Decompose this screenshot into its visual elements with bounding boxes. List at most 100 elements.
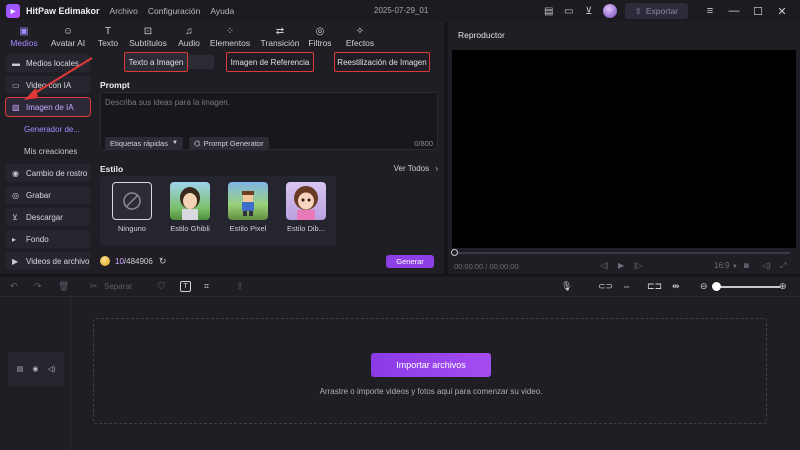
style-name: Ninguno bbox=[118, 224, 146, 233]
chevron-right-icon: › bbox=[435, 164, 438, 173]
timeline-dropzone[interactable]: Importar archivos Arrastre o importe vid… bbox=[93, 318, 767, 424]
coin-icon bbox=[100, 256, 110, 266]
prompt-input[interactable]: Describa sus ideas para la imagen. Etiqu… bbox=[100, 92, 438, 150]
subtabs: Texto a Imagen Imagen de Referencia Rees… bbox=[96, 52, 442, 72]
elements-icon: ⁘ bbox=[225, 26, 235, 37]
tab-efectos[interactable]: ✧ Efectos bbox=[342, 22, 378, 50]
tab-transici-n[interactable]: ⇄ Transición bbox=[258, 22, 302, 50]
download-icon[interactable]: ⊻ bbox=[583, 5, 595, 17]
zoom-out-icon[interactable]: ⊖ bbox=[700, 281, 708, 292]
tab-filtros[interactable]: ◎ Filtros bbox=[306, 22, 334, 50]
undo-icon[interactable]: ↶ bbox=[10, 281, 18, 292]
generate-button[interactable]: Generar bbox=[386, 255, 434, 268]
sidebar-sub-generador[interactable]: Generador de... bbox=[6, 120, 90, 138]
sidebar-item-label: Video con IA bbox=[26, 80, 72, 90]
sidebar-item-medios-locales[interactable]: ▬ Medios locales bbox=[6, 54, 90, 72]
export-frame-icon[interactable]: ⇪ bbox=[236, 281, 244, 292]
tab-medios[interactable]: ▣ Medios bbox=[4, 22, 44, 50]
next-frame-icon[interactable]: |▷ bbox=[634, 261, 642, 270]
crop-icon[interactable]: ⌗ bbox=[204, 281, 209, 292]
sidebar-item-videos-archivo[interactable]: ▶ Videos de archivo bbox=[6, 252, 90, 270]
see-all-link[interactable]: Ver Todos › bbox=[394, 164, 438, 173]
minimize-icon[interactable]: — bbox=[728, 5, 740, 17]
menu-ayuda[interactable]: Ayuda bbox=[210, 6, 234, 16]
sidebar-item-descargar[interactable]: ⊻ Descargar bbox=[6, 208, 90, 226]
style-option-ghibli[interactable]: Estilo Ghibli bbox=[170, 182, 210, 233]
style-label: Estilo bbox=[100, 164, 124, 174]
sidebar-item-fondo[interactable]: ▸ Fondo bbox=[6, 230, 90, 248]
char-counter: 0/800 bbox=[414, 139, 433, 148]
player-panel: Reproductor 00:00:00 / 00:00:00 ◁| ▶ |▷ … bbox=[448, 22, 800, 274]
sidebar-item-grabar[interactable]: ◎ Grabar bbox=[6, 186, 90, 204]
sidebar-item-video-ia[interactable]: ▭ Video con IA bbox=[6, 76, 90, 94]
tab-subt-tulos[interactable]: ⊡ Subtítulos bbox=[128, 22, 168, 50]
filters-icon: ◎ bbox=[315, 26, 325, 37]
microphone-icon[interactable]: 🎙 bbox=[561, 281, 572, 292]
aspect-ratio-select[interactable]: 16:9 ▼ bbox=[714, 261, 738, 270]
credits-text: 10/484906 bbox=[115, 257, 153, 266]
quick-tags-button[interactable]: Etiquetas rápidas ▼ bbox=[105, 137, 183, 149]
style-option-dibujo[interactable]: Estilo Dib... bbox=[286, 182, 326, 233]
fullscreen-icon[interactable]: ⤢ bbox=[780, 261, 786, 271]
prompt-generator-button[interactable]: ⌬ Prompt Generator bbox=[189, 137, 269, 149]
subtab-imagen-referencia[interactable]: Imagen de Referencia bbox=[226, 52, 314, 72]
play-icon[interactable]: ▶ bbox=[618, 261, 624, 270]
tab-elementos[interactable]: ⁘ Elementos bbox=[208, 22, 252, 50]
playback-scrubber[interactable] bbox=[451, 249, 790, 256]
volume-icon[interactable]: ◁) bbox=[762, 261, 771, 270]
layout-icon[interactable]: ▤ bbox=[543, 5, 555, 17]
tab-label: Filtros bbox=[308, 38, 332, 48]
maximize-icon[interactable]: ☐ bbox=[752, 5, 764, 18]
timeline-toolbar: ↶ ↷ 🗑 ✂ Separar ⛉ T ⌗ ⇪ 🎙 ⊂⊃ ⇔ ⊏⊐ ⇹ ⊖ ⊕ bbox=[0, 277, 800, 297]
menu-icon[interactable]: ≡ bbox=[704, 5, 716, 17]
style-name: Estilo Pixel bbox=[229, 224, 267, 233]
text-tool-icon[interactable]: T bbox=[180, 281, 191, 292]
track-visibility-icon[interactable]: ◉ bbox=[32, 365, 38, 373]
text-icon: T bbox=[104, 26, 112, 37]
player-title: Reproductor bbox=[458, 30, 505, 40]
zoom-slider-handle[interactable] bbox=[712, 282, 721, 291]
snapshot-icon[interactable]: ◙ bbox=[744, 261, 749, 270]
tab-avatar-ai[interactable]: ☺ Avatar AI bbox=[48, 22, 88, 50]
download-icon: ⊻ bbox=[12, 212, 18, 222]
transition-icon: ⇄ bbox=[275, 26, 285, 37]
project-title: 2025-07-29_01 bbox=[374, 6, 429, 15]
split-audio-icon[interactable]: ⊏⊐ bbox=[647, 281, 662, 292]
tab-texto[interactable]: T Texto bbox=[93, 22, 123, 50]
split-label[interactable]: Separar bbox=[104, 282, 132, 291]
sidebar-item-cambio-rostro[interactable]: ◉ Cambio de rostro bbox=[6, 164, 90, 182]
refresh-icon[interactable]: ↻ bbox=[159, 256, 167, 267]
tab-label: Efectos bbox=[345, 38, 375, 48]
zoom-in-icon[interactable]: ⊕ bbox=[779, 281, 787, 292]
tab-label: Medios bbox=[10, 38, 38, 48]
video-preview[interactable] bbox=[452, 50, 796, 248]
subtab-reestilizacion[interactable]: Reestilización de Imagen bbox=[334, 52, 430, 72]
delete-icon[interactable]: 🗑 bbox=[58, 281, 69, 292]
sidebar-sub-mis-creaciones[interactable]: Mis creaciones bbox=[6, 142, 90, 160]
style-option-ninguno[interactable]: Ninguno bbox=[112, 182, 152, 233]
import-files-button[interactable]: Importar archivos bbox=[371, 353, 491, 377]
credits-used: 10 bbox=[115, 256, 124, 266]
fit-icon[interactable]: ⇹ bbox=[672, 281, 680, 292]
export-button[interactable]: ⇪ Exportar bbox=[624, 3, 688, 19]
feedback-icon[interactable]: ▭ bbox=[563, 5, 575, 17]
scrubber-handle[interactable] bbox=[451, 249, 458, 256]
track-audio-icon[interactable]: ◁) bbox=[48, 365, 56, 373]
tab-audio[interactable]: ♫ Audio bbox=[176, 22, 202, 50]
sidebar-item-imagen-ia[interactable]: ▨ Imagen de IA bbox=[5, 97, 91, 117]
subtab-texto-imagen[interactable]: Texto a Imagen bbox=[124, 52, 188, 72]
prev-frame-icon[interactable]: ◁| bbox=[600, 261, 608, 270]
link-icon[interactable]: ⊂⊃ bbox=[598, 281, 613, 292]
track-video-icon[interactable]: ▤ bbox=[17, 365, 24, 373]
zoom-slider[interactable] bbox=[720, 286, 780, 288]
menu-archivo[interactable]: Archivo bbox=[110, 6, 138, 16]
shield-icon[interactable]: ⛉ bbox=[158, 281, 165, 292]
style-option-pixel[interactable]: Estilo Pixel bbox=[228, 182, 268, 233]
menu-configuracion[interactable]: Configuración bbox=[148, 6, 200, 16]
close-icon[interactable]: ✕ bbox=[776, 5, 788, 18]
user-avatar[interactable] bbox=[602, 4, 617, 18]
redo-icon[interactable]: ↷ bbox=[34, 281, 42, 292]
avatar-icon: ☺ bbox=[62, 26, 74, 37]
scissors-icon[interactable]: ✂ bbox=[90, 281, 98, 292]
detach-icon[interactable]: ⇔ bbox=[622, 281, 631, 291]
